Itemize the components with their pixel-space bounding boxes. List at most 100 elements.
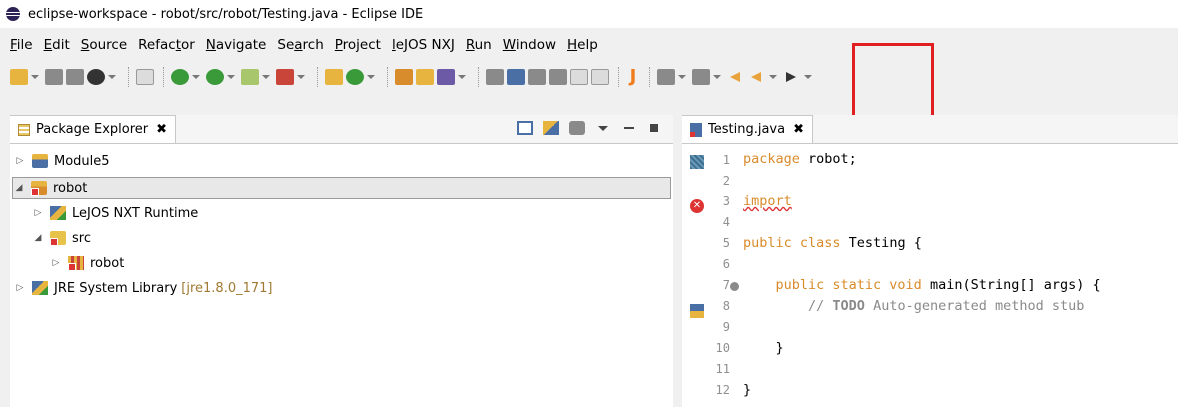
external-tools-dropdown-icon[interactable] bbox=[297, 69, 305, 85]
collapsed-arrow-icon[interactable]: ▷ bbox=[32, 208, 44, 218]
new-class-icon[interactable] bbox=[346, 69, 364, 85]
expanded-arrow-icon[interactable]: ◢ bbox=[32, 233, 44, 243]
expanded-arrow-icon[interactable]: ◢ bbox=[13, 183, 25, 193]
previous-annotation-icon[interactable] bbox=[692, 69, 710, 85]
menu-edit[interactable]: Edit bbox=[44, 37, 70, 53]
collapsed-arrow-icon[interactable]: ▷ bbox=[14, 156, 26, 166]
menu-help[interactable]: Help bbox=[567, 37, 598, 53]
line-number: 6 bbox=[722, 257, 730, 271]
new-class-dropdown-icon[interactable] bbox=[367, 69, 375, 85]
code-text: main(String[] args) { bbox=[921, 277, 1101, 293]
word-wrap-icon[interactable] bbox=[528, 69, 546, 85]
menu-window[interactable]: Window bbox=[503, 37, 556, 53]
menu-help-mnemonic: H bbox=[567, 37, 578, 53]
tree-item-jre-library[interactable]: ▷ JRE System Library [jre1.8.0_171] bbox=[14, 277, 273, 299]
filter-icon[interactable] bbox=[569, 121, 585, 135]
package-explorer-tree: ▷ Module5 ◢ robot ▷ LeJOS NXT Runtime ◢ … bbox=[10, 144, 673, 407]
maximize-icon[interactable] bbox=[647, 121, 663, 135]
line-number: 1 bbox=[722, 153, 730, 167]
new-java-project-icon[interactable] bbox=[325, 69, 343, 85]
fold-collapse-icon[interactable] bbox=[730, 282, 739, 291]
save-icon[interactable] bbox=[45, 69, 63, 85]
tree-item-module5[interactable]: ▷ Module5 bbox=[14, 150, 110, 172]
forward-icon[interactable] bbox=[783, 69, 801, 85]
run-dropdown-icon[interactable] bbox=[227, 69, 235, 85]
highlight-marker-icon bbox=[690, 155, 704, 169]
task-marker-icon[interactable] bbox=[690, 304, 704, 318]
line-number: 10 bbox=[715, 341, 730, 355]
keyword: public class bbox=[743, 235, 841, 251]
show-whitespace-icon[interactable] bbox=[570, 69, 588, 85]
coverage-icon[interactable] bbox=[241, 69, 259, 85]
mark-occurrences-icon[interactable] bbox=[507, 69, 525, 85]
menu-run-mnemonic: R bbox=[465, 37, 475, 53]
previous-annotation-dropdown-icon[interactable] bbox=[713, 69, 721, 85]
open-type-icon[interactable] bbox=[395, 69, 413, 85]
external-tools-icon[interactable] bbox=[276, 69, 294, 85]
menu-navigate-mnemonic: N bbox=[205, 37, 216, 53]
close-icon[interactable]: ✖ bbox=[156, 122, 167, 137]
menu-search-pre: Se bbox=[277, 37, 295, 53]
error-marker-icon[interactable]: ✕ bbox=[690, 199, 704, 213]
lejos-j-icon[interactable]: J bbox=[626, 68, 640, 86]
menu-search[interactable]: Search bbox=[277, 37, 323, 53]
line-number: 11 bbox=[715, 362, 730, 376]
menu-refactor[interactable]: Refactor bbox=[138, 37, 195, 53]
line-number: 4 bbox=[722, 215, 730, 229]
menu-source[interactable]: Source bbox=[81, 37, 127, 53]
menu-run[interactable]: Run bbox=[466, 37, 492, 53]
coverage-dropdown-icon[interactable] bbox=[262, 69, 270, 85]
collapse-all-icon[interactable] bbox=[517, 121, 533, 135]
tree-item-robot-package[interactable]: ▷ robot bbox=[50, 252, 124, 274]
next-annotation-icon[interactable] bbox=[657, 69, 675, 85]
menu-project[interactable]: Project bbox=[335, 37, 381, 53]
collapsed-arrow-icon[interactable]: ▷ bbox=[14, 283, 26, 293]
new-icon[interactable] bbox=[10, 69, 28, 85]
menu-file-mnemonic: F bbox=[10, 37, 17, 53]
menu-source-label: ource bbox=[89, 37, 128, 53]
open-folder-icon[interactable] bbox=[416, 69, 434, 85]
minimize-icon[interactable] bbox=[621, 121, 637, 135]
code-text: } bbox=[775, 340, 784, 356]
back-icon[interactable] bbox=[748, 69, 766, 85]
todo-tag: TODO bbox=[832, 298, 865, 314]
keyword: package bbox=[743, 151, 800, 167]
perspective-icon[interactable] bbox=[87, 69, 105, 85]
tree-item-src[interactable]: ◢ src bbox=[32, 227, 91, 249]
block-selection-icon[interactable] bbox=[549, 69, 567, 85]
tree-item-lejos-runtime[interactable]: ▷ LeJOS NXT Runtime bbox=[32, 202, 199, 224]
paragraph-icon[interactable] bbox=[591, 69, 609, 85]
java-file-error-icon bbox=[690, 122, 702, 137]
pencil-dropdown-icon[interactable] bbox=[458, 69, 466, 85]
link-with-editor-icon[interactable] bbox=[543, 121, 559, 135]
forward-dropdown-icon[interactable] bbox=[804, 69, 812, 85]
project-error-icon bbox=[31, 181, 47, 196]
save-all-icon[interactable] bbox=[66, 69, 84, 85]
debug-dropdown-icon[interactable] bbox=[192, 69, 200, 85]
code-line-8: // TODO Auto-generated method stub bbox=[743, 298, 1084, 314]
view-menu-icon[interactable] bbox=[595, 121, 611, 135]
back-dropdown-icon[interactable] bbox=[769, 69, 777, 85]
tab-testing-java[interactable]: Testing.java ✖ bbox=[682, 115, 813, 143]
next-annotation-dropdown-icon[interactable] bbox=[678, 69, 686, 85]
pencil-icon[interactable] bbox=[437, 69, 455, 85]
code-editor[interactable]: ✕ 1 2 3 4 5 6 7 8 9 10 11 12 package rob… bbox=[682, 144, 1178, 407]
comment: // bbox=[808, 298, 833, 314]
menu-file[interactable]: File bbox=[10, 37, 33, 53]
perspective-dropdown-icon[interactable] bbox=[108, 69, 116, 85]
tab-package-explorer[interactable]: Package Explorer ✖ bbox=[10, 115, 177, 143]
window-title: eclipse-workspace - robot/src/robot/Test… bbox=[28, 6, 424, 22]
debug-icon[interactable] bbox=[171, 69, 189, 85]
menu-navigate[interactable]: Navigate bbox=[206, 37, 267, 53]
collapsed-arrow-icon[interactable]: ▷ bbox=[50, 258, 62, 268]
menu-lejos-nxj[interactable]: leJOS NXJ bbox=[392, 37, 455, 53]
new-dropdown-icon[interactable] bbox=[31, 69, 39, 85]
tree-item-robot-project[interactable]: ◢ robot bbox=[12, 177, 671, 199]
menu-project-mnemonic: P bbox=[334, 37, 343, 53]
skip-breakpoints-icon[interactable] bbox=[136, 69, 154, 85]
annotation-icon[interactable] bbox=[486, 69, 504, 85]
close-icon[interactable]: ✖ bbox=[793, 122, 804, 137]
run-icon[interactable] bbox=[206, 69, 224, 85]
last-edit-location-icon[interactable] bbox=[727, 69, 745, 85]
menu-search-mnemonic: a bbox=[294, 37, 303, 53]
